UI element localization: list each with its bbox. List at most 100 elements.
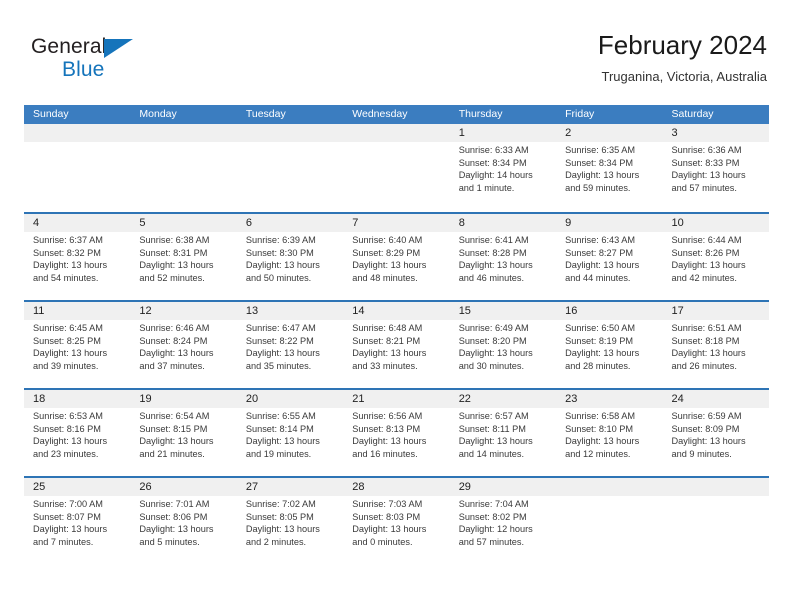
day-details: Sunrise: 6:55 AM Sunset: 8:14 PM Daylight:… (237, 408, 343, 460)
triangle-icon (104, 39, 133, 58)
daylight-text-line2: and 33 minutes. (352, 360, 418, 371)
day-cell-5[interactable]: 5 Sunrise: 6:38 AM Sunset: 8:31 PM Daylight… (130, 214, 237, 300)
sunset-text: Sunset: 8:07 PM (33, 511, 101, 522)
sunrise-text: Sunrise: 6:56 AM (352, 411, 423, 421)
daylight-text-line2: and 57 minutes. (458, 536, 525, 547)
sunset-text: Sunset: 8:10 PM (565, 423, 634, 434)
logo-text-blue: Blue (62, 58, 105, 81)
day-cell-22[interactable]: 22 Sunrise: 6:57 AM Sunset: 8:11 PM Dayligh… (449, 390, 557, 476)
day-details: Sunrise: 6:44 AM Sunset: 8:26 PM Daylight:… (663, 232, 769, 284)
day-cell-25[interactable]: 25 Sunrise: 7:00 AM Sunset: 8:07 PM Dayligh… (24, 478, 131, 564)
day-cell-11[interactable]: 11 Sunrise: 6:45 AM Sunset: 8:25 PM Dayligh… (24, 302, 131, 388)
daylight-text-line1: Daylight: 13 hours (33, 260, 108, 271)
calendar-week-row: 18 Sunrise: 6:53 AM Sunset: 8:16 PM Dayligh… (24, 388, 769, 476)
daylight-text-line2: and 28 minutes. (565, 360, 631, 371)
daylight-text-line1: Daylight: 13 hours (139, 436, 214, 447)
daylight-text-line1: Daylight: 13 hours (565, 348, 640, 359)
daylight-text-line1: Daylight: 13 hours (352, 436, 427, 447)
day-cell-28[interactable]: 28 Sunrise: 7:03 AM Sunset: 8:03 PM Dayligh… (343, 478, 450, 564)
weekday-header-thursday: Thursday (458, 108, 503, 120)
sunrise-text: Sunrise: 6:40 AM (352, 235, 423, 245)
day-cell-21[interactable]: 21 Sunrise: 6:56 AM Sunset: 8:13 PM Dayligh… (343, 390, 450, 476)
daylight-text-line2: and 16 minutes. (352, 448, 418, 459)
day-number: 2 (556, 124, 663, 142)
sunrise-text: Sunrise: 6:50 AM (565, 323, 636, 333)
day-cell-24[interactable]: 24 Sunrise: 6:59 AM Sunset: 8:09 PM Dayligh… (662, 390, 769, 476)
day-details: Sunrise: 6:38 AM Sunset: 8:31 PM Daylight:… (130, 232, 236, 284)
day-details: Sunrise: 6:36 AM Sunset: 8:33 PM Daylight:… (663, 142, 769, 194)
sunset-text: Sunset: 8:13 PM (352, 423, 421, 434)
weekday-header-wednesday: Wednesday (352, 108, 408, 120)
day-cell-27[interactable]: 27 Sunrise: 7:02 AM Sunset: 8:05 PM Dayligh… (236, 478, 344, 564)
day-cell-4[interactable]: 4 Sunrise: 6:37 AM Sunset: 8:32 PM Daylight… (24, 214, 131, 300)
calendar-week-row: 25 Sunrise: 7:00 AM Sunset: 8:07 PM Dayligh… (24, 476, 769, 564)
daylight-text-line1: Daylight: 13 hours (458, 348, 533, 359)
day-details: Sunrise: 6:33 AM Sunset: 8:34 PM Daylight:… (450, 142, 556, 194)
weekday-header-tuesday: Tuesday (245, 108, 286, 120)
day-details: Sunrise: 6:57 AM Sunset: 8:11 PM Daylight:… (450, 408, 556, 460)
day-number: 20 (236, 390, 344, 408)
daylight-text-line1: Daylight: 13 hours (352, 348, 427, 359)
day-number (556, 478, 663, 496)
day-details: Sunrise: 6:47 AM Sunset: 8:22 PM Daylight:… (237, 320, 343, 372)
daylight-text-line2: and 30 minutes. (458, 360, 525, 371)
day-details: Sunrise: 6:53 AM Sunset: 8:16 PM Daylight:… (24, 408, 130, 460)
calendar-grid: Sunday Monday Tuesday Wednesday Thursday Frid… (24, 105, 769, 564)
day-cell-9[interactable]: 9 Sunrise: 6:43 AM Sunset: 8:27 PM Daylight… (556, 214, 663, 300)
day-cell-3[interactable]: 3 Sunrise: 6:36 AM Sunset: 8:33 PM Daylight… (662, 124, 769, 212)
day-cell-10[interactable]: 10 Sunrise: 6:44 AM Sunset: 8:26 PM Dayligh… (662, 214, 769, 300)
day-cell-8[interactable]: 8 Sunrise: 6:41 AM Sunset: 8:28 PM Daylight… (449, 214, 557, 300)
day-cell-16[interactable]: 16 Sunrise: 6:50 AM Sunset: 8:19 PM Dayligh… (556, 302, 663, 388)
day-cell-12[interactable]: 12 Sunrise: 6:46 AM Sunset: 8:24 PM Dayligh… (130, 302, 237, 388)
day-cell-17[interactable]: 17 Sunrise: 6:51 AM Sunset: 8:18 PM Dayligh… (662, 302, 769, 388)
sunrise-text: Sunrise: 6:37 AM (33, 235, 103, 245)
day-number: 8 (449, 214, 557, 232)
day-cell-18[interactable]: 18 Sunrise: 6:53 AM Sunset: 8:16 PM Dayligh… (24, 390, 131, 476)
sunset-text: Sunset: 8:22 PM (245, 335, 314, 346)
sunset-text: Sunset: 8:14 PM (245, 423, 314, 434)
daylight-text-line2: and 2 minutes. (245, 536, 307, 547)
weekday-header-friday: Friday (565, 108, 595, 120)
day-cell-7[interactable]: 7 Sunrise: 6:40 AM Sunset: 8:29 PM Daylight… (343, 214, 450, 300)
day-cell-19[interactable]: 19 Sunrise: 6:54 AM Sunset: 8:15 PM Dayligh… (130, 390, 237, 476)
sunrise-text: Sunrise: 7:01 AM (139, 499, 210, 509)
day-cell-23[interactable]: 23 Sunrise: 6:58 AM Sunset: 8:10 PM Dayligh… (556, 390, 663, 476)
day-cell-1[interactable]: 1 Sunrise: 6:33 AM Sunset: 8:34 PM Daylight… (449, 124, 557, 212)
daylight-text-line1: Daylight: 13 hours (671, 348, 746, 359)
day-cell-20[interactable]: 20 Sunrise: 6:55 AM Sunset: 8:14 PM Dayligh… (236, 390, 344, 476)
daylight-text-line2: and 42 minutes. (671, 272, 737, 283)
general-blue-logo[interactable]: General Blue (31, 34, 211, 92)
day-number (236, 124, 344, 142)
day-cell-6[interactable]: 6 Sunrise: 6:39 AM Sunset: 8:30 PM Daylight… (236, 214, 344, 300)
day-number: 29 (449, 478, 557, 496)
day-number: 4 (24, 214, 131, 232)
sunset-text: Sunset: 8:16 PM (33, 423, 101, 434)
day-cell-26[interactable]: 26 Sunrise: 7:01 AM Sunset: 8:06 PM Dayligh… (130, 478, 237, 564)
sunset-text: Sunset: 8:31 PM (139, 247, 208, 258)
daylight-text-line1: Daylight: 13 hours (33, 436, 108, 447)
sunrise-text: Sunrise: 6:38 AM (139, 235, 210, 245)
weekday-header-monday: Monday (139, 108, 177, 120)
sunrise-text: Sunrise: 6:43 AM (565, 235, 636, 245)
daylight-text-line1: Daylight: 13 hours (565, 436, 640, 447)
sunset-text: Sunset: 8:34 PM (565, 157, 634, 168)
day-cell-empty (556, 478, 663, 564)
day-cell-29[interactable]: 29 Sunrise: 7:04 AM Sunset: 8:02 PM Dayligh… (449, 478, 557, 564)
day-number: 11 (24, 302, 131, 320)
daylight-text-line1: Daylight: 13 hours (565, 260, 640, 271)
daylight-text-line1: Daylight: 13 hours (565, 170, 640, 181)
daylight-text-line1: Daylight: 13 hours (352, 260, 427, 271)
day-details: Sunrise: 6:37 AM Sunset: 8:32 PM Daylight:… (24, 232, 130, 284)
day-number (130, 124, 237, 142)
day-cell-2[interactable]: 2 Sunrise: 6:35 AM Sunset: 8:34 PM Daylight… (556, 124, 663, 212)
day-details: Sunrise: 7:01 AM Sunset: 8:06 PM Daylight:… (130, 496, 236, 548)
daylight-text-line1: Daylight: 13 hours (33, 348, 108, 359)
day-cell-15[interactable]: 15 Sunrise: 6:49 AM Sunset: 8:20 PM Dayligh… (449, 302, 557, 388)
day-cell-13[interactable]: 13 Sunrise: 6:47 AM Sunset: 8:22 PM Dayligh… (236, 302, 344, 388)
sunrise-text: Sunrise: 7:00 AM (33, 499, 103, 509)
sunrise-text: Sunrise: 6:33 AM (458, 145, 529, 155)
weekday-header-row: Sunday Monday Tuesday Wednesday Thursday Frid… (24, 105, 769, 124)
day-cell-14[interactable]: 14 Sunrise: 6:48 AM Sunset: 8:21 PM Dayligh… (343, 302, 450, 388)
daylight-text-line2: and 39 minutes. (33, 360, 99, 371)
daylight-text-line1: Daylight: 13 hours (458, 260, 533, 271)
